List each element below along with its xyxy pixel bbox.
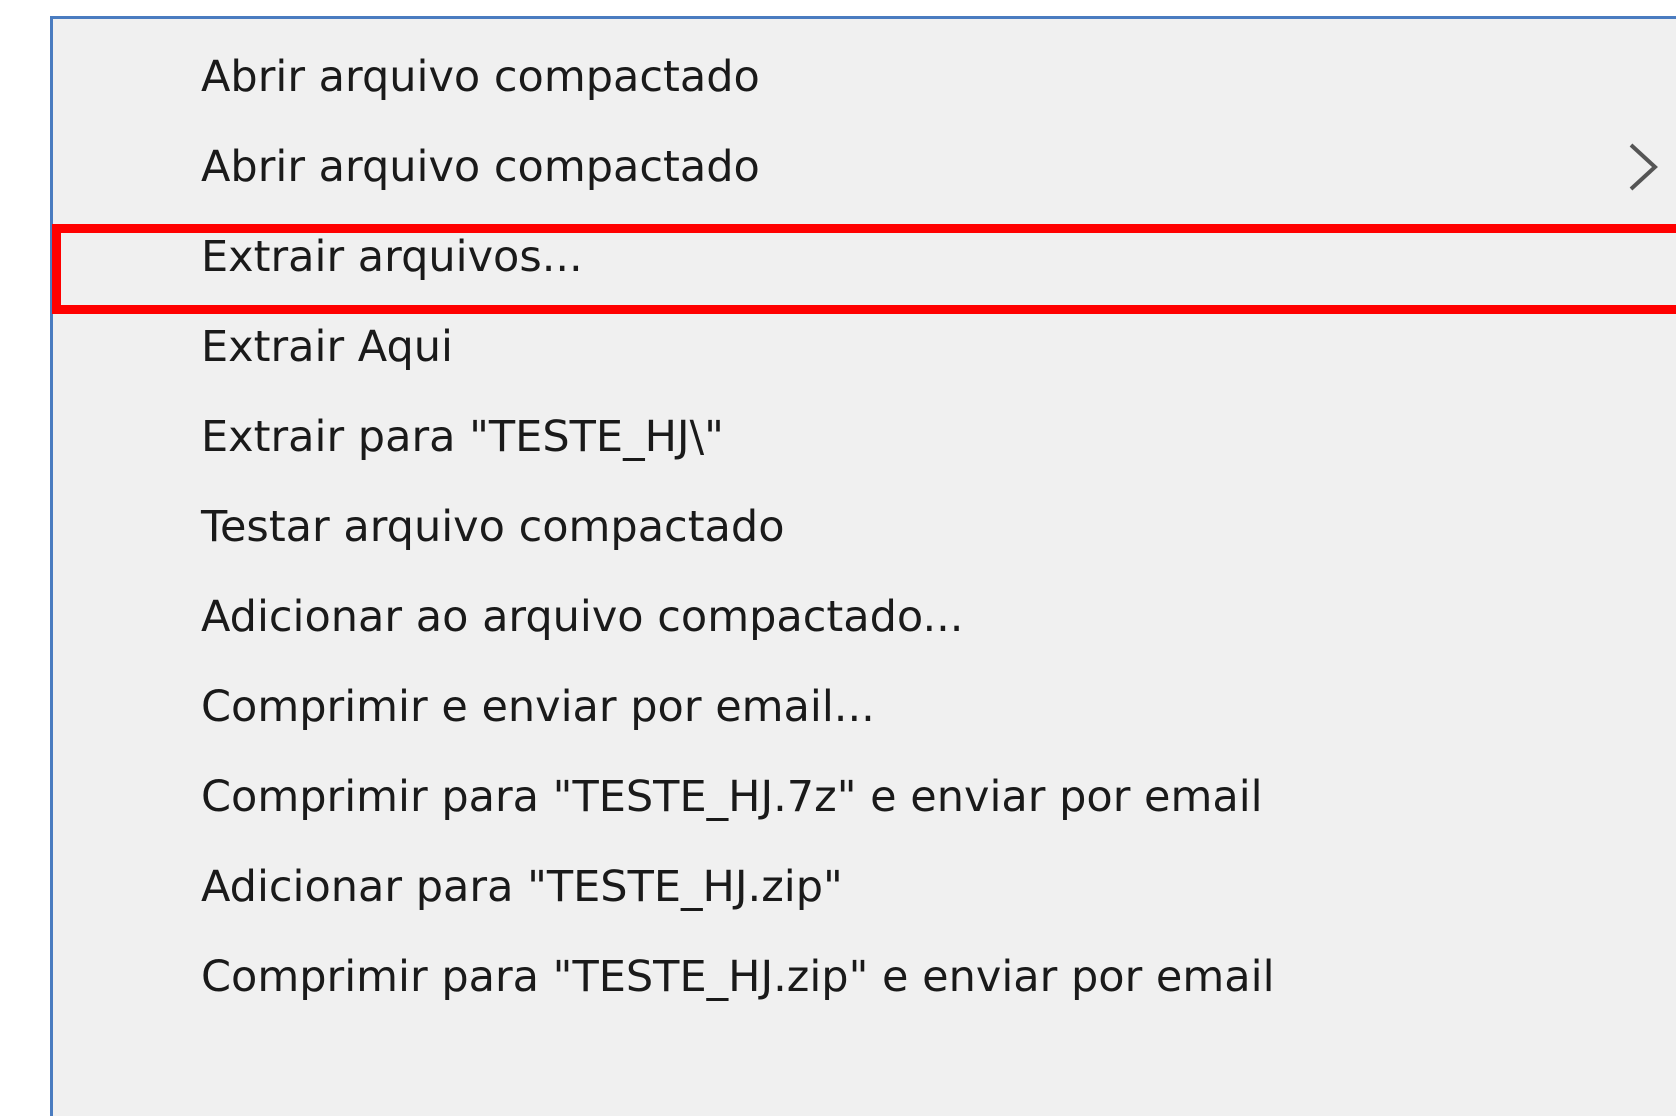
context-menu: Abrir arquivo compactado Abrir arquivo c…: [50, 16, 1676, 1116]
menu-item-open-archive[interactable]: Abrir arquivo compactado: [53, 31, 1676, 123]
menu-item-label: Extrair Aqui: [201, 322, 453, 372]
menu-item-label: Adicionar para "TESTE_HJ.zip": [201, 862, 843, 912]
menu-item-label: Extrair para "TESTE_HJ\": [201, 412, 724, 462]
menu-item-label: Abrir arquivo compactado: [201, 142, 760, 192]
menu-item-open-archive-submenu[interactable]: Abrir arquivo compactado: [53, 121, 1676, 213]
menu-item-label: Comprimir para "TESTE_HJ.zip" e enviar p…: [201, 952, 1275, 1002]
menu-item-extract-here[interactable]: Extrair Aqui: [53, 301, 1676, 393]
menu-item-label: Comprimir para "TESTE_HJ.7z" e enviar po…: [201, 772, 1263, 822]
menu-item-compress-7z-and-email[interactable]: Comprimir para "TESTE_HJ.7z" e enviar po…: [53, 751, 1676, 843]
menu-item-label: Adicionar ao arquivo compactado...: [201, 592, 964, 642]
menu-item-label: Testar arquivo compactado: [201, 502, 785, 552]
menu-item-label: Abrir arquivo compactado: [201, 52, 760, 102]
menu-item-add-to-archive[interactable]: Adicionar ao arquivo compactado...: [53, 571, 1676, 663]
menu-item-extract-files[interactable]: Extrair arquivos...: [53, 211, 1676, 303]
menu-item-label: Comprimir e enviar por email...: [201, 682, 875, 732]
menu-item-extract-to-folder[interactable]: Extrair para "TESTE_HJ\": [53, 391, 1676, 483]
menu-item-compress-and-email[interactable]: Comprimir e enviar por email...: [53, 661, 1676, 753]
chevron-right-icon: [1629, 143, 1658, 191]
menu-item-label: Extrair arquivos...: [201, 232, 583, 282]
menu-item-add-to-zip[interactable]: Adicionar para "TESTE_HJ.zip": [53, 841, 1676, 933]
menu-item-test-archive[interactable]: Testar arquivo compactado: [53, 481, 1676, 573]
menu-item-compress-zip-and-email[interactable]: Comprimir para "TESTE_HJ.zip" e enviar p…: [53, 931, 1676, 1023]
